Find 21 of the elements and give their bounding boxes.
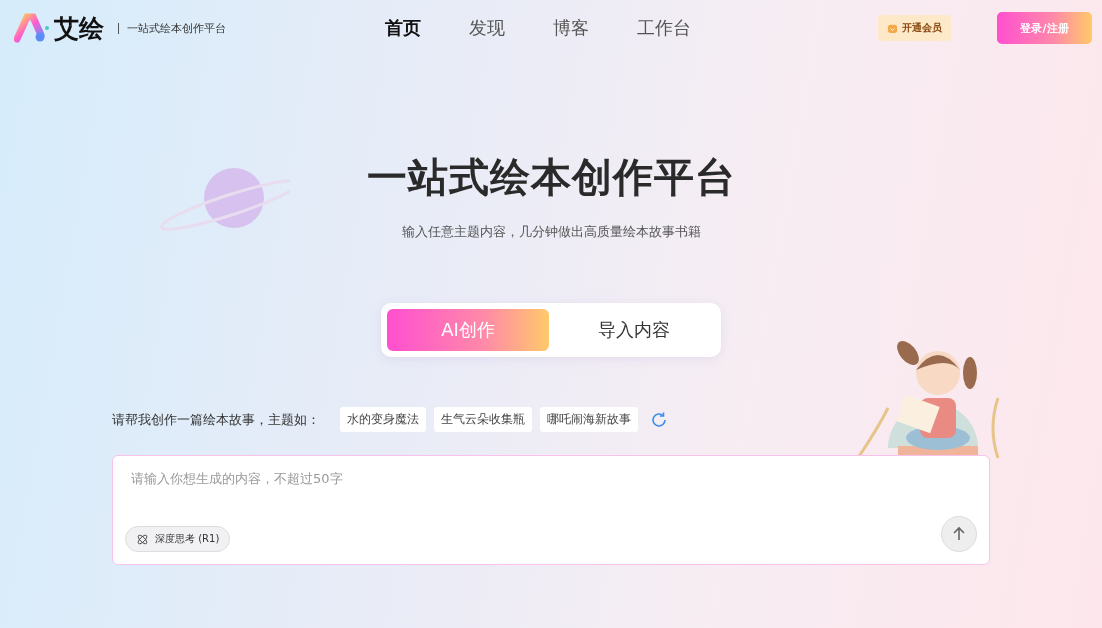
topic-chip[interactable]: 水的变身魔法 [340, 407, 426, 432]
send-button[interactable] [941, 516, 977, 552]
mode-tab[interactable]: 导入内容 [553, 309, 715, 351]
nav-link[interactable]: 工作台 [637, 16, 691, 40]
vip-button[interactable]: 开通会员 [878, 15, 951, 41]
nav-link[interactable]: 发现 [469, 16, 505, 40]
prompt-input[interactable]: 请输入你想生成的内容，不超过50字 [129, 470, 893, 487]
hero-title: 一站式绘本创作平台 [366, 153, 736, 202]
topic-chip[interactable]: 生气云朵收集瓶 [434, 407, 532, 432]
nav-link[interactable]: 首页 [385, 16, 421, 40]
hero-subtitle: 输入任意主题内容，几分钟做出高质量绘本故事书籍 [401, 223, 701, 241]
suggestion-label: 请帮我创作一篇绘本故事，主题如： [112, 410, 320, 429]
atom-icon [136, 532, 149, 546]
logo-icon [14, 13, 50, 43]
deep-think-toggle[interactable]: 深度思考 (R1) [125, 526, 231, 552]
tagline: 一站式绘本创作平台 [118, 22, 226, 34]
refresh-icon[interactable] [650, 410, 668, 429]
arrow-up-icon [951, 526, 967, 542]
logo-text: 艾绘 [54, 12, 104, 45]
topic-chip[interactable]: 哪吒闹海新故事 [540, 407, 638, 432]
nav-link[interactable]: 博客 [553, 16, 589, 40]
